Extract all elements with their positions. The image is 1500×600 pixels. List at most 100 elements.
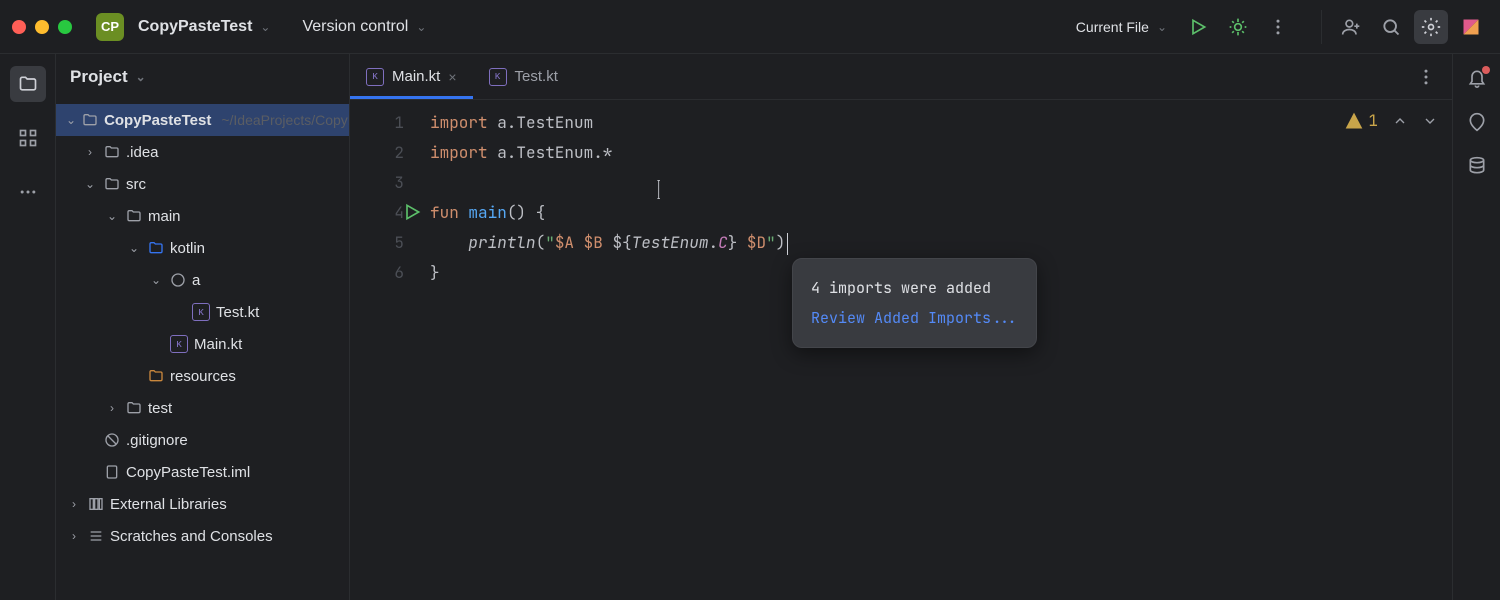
ignore-icon xyxy=(104,432,120,448)
notification-badge-icon xyxy=(1482,66,1490,74)
tree-node[interactable]: ⌄ main xyxy=(56,200,349,232)
tree-expand-icon[interactable]: ⌄ xyxy=(66,113,76,127)
tree-label: resources xyxy=(170,368,236,385)
text-cursor-icon: I xyxy=(657,176,660,206)
ai-assistant-button[interactable] xyxy=(1467,112,1487,132)
prev-highlight-button[interactable] xyxy=(1392,113,1408,129)
tree-expand-icon[interactable]: ⌄ xyxy=(148,273,164,287)
tree-node[interactable]: Test.kt xyxy=(56,296,349,328)
tree-node[interactable]: ⌄ kotlin xyxy=(56,232,349,264)
tree-label: main xyxy=(148,208,181,225)
dir-icon xyxy=(126,208,142,224)
next-highlight-button[interactable] xyxy=(1422,113,1438,129)
tree-expand-icon[interactable]: › xyxy=(66,497,82,511)
tree-node[interactable]: .gitignore xyxy=(56,424,349,456)
project-icon: CP xyxy=(96,13,124,41)
tree-path: ~/IdeaProjects/CopyPasteTest xyxy=(221,112,349,128)
project-tool-title: Project xyxy=(70,67,128,87)
inspection-warnings[interactable]: 1 xyxy=(1344,106,1378,136)
vcs-selector[interactable]: Version control ⌄ xyxy=(294,14,434,40)
close-tab-icon[interactable]: × xyxy=(448,69,456,85)
more-actions-button[interactable] xyxy=(1261,10,1295,44)
code-line[interactable] xyxy=(430,168,1452,198)
tree-node[interactable]: › .idea xyxy=(56,136,349,168)
editor-tab[interactable]: Test.kt xyxy=(473,54,574,99)
tree-label: a xyxy=(192,272,200,289)
tree-expand-icon[interactable]: ⌄ xyxy=(126,241,142,255)
project-tree[interactable]: ⌄CopyPasteTest~/IdeaProjects/CopyPasteTe… xyxy=(56,100,349,556)
close-window-icon[interactable] xyxy=(12,20,26,34)
chevron-down-icon: ⌄ xyxy=(416,20,426,34)
tab-options-button[interactable] xyxy=(1408,54,1444,99)
editor-tabs: Main.kt × Test.kt xyxy=(350,54,1452,100)
tree-label: kotlin xyxy=(170,240,205,257)
settings-button[interactable] xyxy=(1414,10,1448,44)
review-imports-link[interactable]: Review Added Imports... xyxy=(811,308,1018,328)
structure-tool-button[interactable] xyxy=(10,120,46,156)
dir-icon xyxy=(104,176,120,192)
line-number[interactable]: 6 xyxy=(350,258,404,288)
code-line[interactable]: import a.TestEnum.* xyxy=(430,138,1452,168)
run-gutter-icon[interactable] xyxy=(402,202,422,222)
plugin-icon[interactable] xyxy=(1454,10,1488,44)
dir-icon xyxy=(104,144,120,160)
code-line[interactable]: fun main() { xyxy=(430,198,1452,228)
chevron-down-icon: ⌄ xyxy=(260,20,270,34)
line-number[interactable]: 1 xyxy=(350,108,404,138)
line-number[interactable]: 5 xyxy=(350,228,404,258)
tree-label: External Libraries xyxy=(110,496,227,513)
code-line[interactable]: println("$A $B ${TestEnum.C} $D") xyxy=(430,228,1452,258)
pkg-icon xyxy=(170,272,186,288)
tree-node[interactable]: ›test xyxy=(56,392,349,424)
code-with-me-button[interactable] xyxy=(1334,10,1368,44)
tree-node[interactable]: ⌄src xyxy=(56,168,349,200)
tree-label: CopyPasteTest.iml xyxy=(126,464,250,481)
tree-node[interactable]: Main.kt xyxy=(56,328,349,360)
tab-label: Main.kt xyxy=(392,68,440,85)
debug-button[interactable] xyxy=(1221,10,1255,44)
tree-node[interactable]: ⌄a xyxy=(56,264,349,296)
tree-node[interactable]: ›Scratches and Consoles xyxy=(56,520,349,552)
search-everywhere-button[interactable] xyxy=(1374,10,1408,44)
scratch-icon xyxy=(88,528,104,544)
more-tool-windows-button[interactable] xyxy=(10,174,46,210)
tree-node[interactable]: resources xyxy=(56,360,349,392)
dir-src-icon xyxy=(148,240,164,256)
tree-expand-icon[interactable]: › xyxy=(104,401,120,415)
vcs-label: Version control xyxy=(302,18,408,36)
tree-label: Main.kt xyxy=(194,336,242,353)
zoom-window-icon[interactable] xyxy=(58,20,72,34)
code-line[interactable]: import a.TestEnum xyxy=(430,108,1452,138)
line-number[interactable]: 4 xyxy=(350,198,404,228)
warning-count: 1 xyxy=(1368,106,1378,136)
tree-node[interactable]: › External Libraries xyxy=(56,488,349,520)
tree-node[interactable]: CopyPasteTest.iml xyxy=(56,456,349,488)
line-number[interactable]: 3 xyxy=(350,168,404,198)
tree-expand-icon[interactable]: ⌄ xyxy=(104,209,120,223)
imports-popup: 4 imports were added Review Added Import… xyxy=(792,258,1037,348)
line-number[interactable]: 2 xyxy=(350,138,404,168)
editor-content[interactable]: import a.TestEnumimport a.TestEnum.* fun … xyxy=(422,100,1452,600)
tree-expand-icon[interactable]: › xyxy=(66,529,82,543)
tree-expand-icon[interactable]: ⌄ xyxy=(82,177,98,191)
popup-message: 4 imports were added xyxy=(811,273,1018,303)
kotlin-file-icon xyxy=(366,68,384,86)
project-tool-button[interactable] xyxy=(10,66,46,102)
tree-node[interactable]: ⌄CopyPasteTest~/IdeaProjects/CopyPasteTe… xyxy=(56,104,349,136)
run-button[interactable] xyxy=(1181,10,1215,44)
run-config-selector[interactable]: Current File ⌄ xyxy=(1068,15,1175,39)
tree-expand-icon[interactable]: › xyxy=(82,145,98,159)
database-button[interactable] xyxy=(1467,156,1487,176)
tab-label: Test.kt xyxy=(515,68,558,85)
minimize-window-icon[interactable] xyxy=(35,20,49,34)
chevron-down-icon: ⌄ xyxy=(1157,20,1167,34)
kt-icon xyxy=(170,335,188,353)
tree-label: .idea xyxy=(126,144,159,161)
iml-icon xyxy=(104,464,120,480)
chevron-down-icon[interactable]: ⌄ xyxy=(136,70,146,84)
project-selector[interactable]: CopyPasteTest ⌄ xyxy=(130,14,278,40)
editor-gutter[interactable]: 123456 xyxy=(350,100,422,600)
editor-tab[interactable]: Main.kt × xyxy=(350,54,473,99)
tree-label: .gitignore xyxy=(126,432,188,449)
kotlin-file-icon xyxy=(489,68,507,86)
